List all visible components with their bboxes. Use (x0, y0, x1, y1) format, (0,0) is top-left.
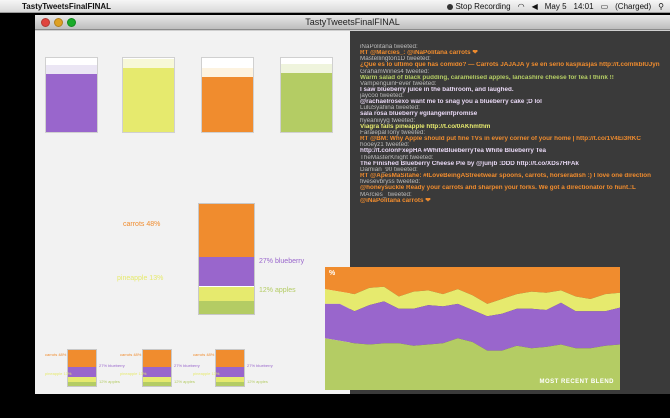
blend-segment-blueberry (68, 367, 96, 377)
tweet-text: Warm salad of black pudding, caramelised… (360, 74, 614, 81)
chart-percent-label: % (329, 270, 336, 277)
glass-fill-apples (281, 72, 332, 132)
tweet-item[interactable]: MArcies_ tweeted: @iNaPolitana carrots ❤ (360, 192, 666, 204)
glass-carrots (201, 57, 254, 133)
smoothie-panel: carrots 48% 27% blueberry pineapple 13% … (35, 31, 350, 394)
blend-segment-apples (199, 300, 254, 314)
tweet-item[interactable]: hyeaniiyyg tweeted: Viagra fails pineappl… (360, 118, 666, 130)
date-text[interactable]: May 5 (545, 2, 567, 11)
current-blend-glass (198, 203, 255, 315)
blend-segment-apples (68, 381, 96, 386)
blend-segment-carrots (68, 350, 96, 368)
glass-pineapple (122, 57, 175, 133)
mini-blend-label: 12% apples (99, 379, 120, 384)
tweet-text: @rachaelrosexo want me to snag you a blu… (360, 99, 542, 106)
tweet-text: sala rosa blueberry #gilangeinfpromise (360, 111, 478, 118)
mini-blend-label: carrots 48% (120, 352, 142, 357)
mini-blend-label: pineapple 13% (193, 371, 220, 376)
tweet-text: The Finished Blueberry Cheese Pie by @ju… (360, 160, 579, 167)
tweet-text: RT @BM: Why Apple should put fine TVs in… (360, 136, 641, 143)
stop-recording-button[interactable]: Stop Recording (447, 2, 511, 11)
blend-label-apples: 12% apples (259, 287, 296, 294)
tweet-text: ¿Que es lo ultimo que has comido? — Carr… (360, 62, 660, 69)
mini-blend-glass (215, 349, 245, 387)
blend-label-carrots: carrots 48% (123, 221, 161, 228)
blend-label-blueberry: 27% blueberry (259, 258, 305, 265)
spotlight-icon[interactable]: ⚲ (658, 2, 664, 11)
blend-segment-pineapple (199, 286, 254, 301)
blend-segment-apples (216, 381, 244, 386)
volume-icon[interactable]: ◀ (532, 2, 538, 11)
mini-blend-label: 12% apples (174, 379, 195, 384)
tweet-item[interactable]: iNaPolitana tweeted: RT @Marcies_: @iNaPo… (360, 44, 666, 56)
glass-fill-pineapple (123, 68, 174, 132)
menu-extras: Stop Recording ◠ ◀ May 5 14:01 ▭ (Charge… (447, 2, 664, 11)
glass-fill-carrots (202, 77, 253, 132)
chart-caption: MOST RECENT BLEND (539, 379, 614, 385)
blend-segment-carrots (199, 204, 254, 257)
tweet-item[interactable]: VampenguinFever tweeted: I saw blueberry … (360, 81, 666, 93)
tweet-list[interactable]: iNaPolitana tweeted: RT @Marcies_: @iNaPo… (360, 44, 666, 204)
blend-segment-blueberry (216, 367, 244, 377)
menu-bar: TastyTweetsFinalFINAL Stop Recording ◠ ◀… (0, 0, 670, 13)
tweet-item[interactable]: LuluSyafiina tweeted: sala rosa blueberry… (360, 105, 666, 117)
tweet-text: Viagra fails pineapple http://t.co/0AKhm… (360, 123, 491, 130)
window-title: TastyTweetsFinalFINAL (305, 17, 400, 27)
tweet-text: http://t.co/onFxepHA #WhiteBlueberryTea … (360, 148, 547, 155)
tweet-item[interactable]: TheMasterKnight tweeted: The Finished Blu… (360, 155, 666, 167)
blend-segment-apples (143, 381, 171, 386)
mini-blend-label: carrots 48% (193, 352, 215, 357)
battery-status[interactable]: (Charged) (615, 2, 651, 11)
tweet-text: @honeysuckle Ready your carrots and shar… (360, 185, 636, 192)
tweet-text: RT @Marcies_: @iNaPolitana carrots ❤ (360, 50, 478, 56)
mini-blend-label: pineapple 13% (45, 371, 72, 376)
battery-icon[interactable]: ▭ (601, 2, 609, 11)
tweet-text: RT @ApesMaSitahe: #ILoveBeingAStreetwear… (360, 172, 651, 179)
blend-segment-blueberry (143, 367, 171, 377)
stop-recording-label: Stop Recording (455, 2, 511, 11)
app-menu[interactable]: TastyTweetsFinalFINAL (22, 2, 111, 11)
mini-blend-label: carrots 48% (45, 352, 67, 357)
glass-foam-carrots (202, 68, 253, 78)
mini-blend-label: 27% blueberry (99, 363, 125, 368)
glass-fill-blueberry (46, 74, 97, 132)
tweet-item[interactable]: FaraiepalTony tweeted: RT @BM: Why Apple … (360, 130, 666, 142)
tweet-item[interactable]: Mastellington1D tweeted: ¿Que es lo ultim… (360, 56, 666, 68)
mini-blend-glass (142, 349, 172, 387)
mini-blend-glass (67, 349, 97, 387)
tweet-text: @iNaPolitana carrots ❤ (360, 197, 431, 204)
mini-blend-label: 27% blueberry (247, 363, 273, 368)
window-titlebar[interactable]: TastyTweetsFinalFINAL (35, 15, 670, 30)
tweet-item[interactable]: hooeyz1 tweeted: http://t.co/onFxepHA #Wh… (360, 142, 666, 154)
mini-blend-label: pineapple 13% (120, 371, 147, 376)
glass-apples (280, 57, 333, 133)
blend-segment-carrots (216, 350, 244, 368)
mini-blend-label: 27% blueberry (174, 363, 200, 368)
tweet-text: I saw blueberry juice in the bathroom, a… (360, 86, 514, 93)
glass-foam-apples (281, 63, 332, 73)
blend-segment-blueberry (199, 256, 254, 287)
blend-label-pineapple: pineapple 13% (117, 275, 164, 282)
tweet-item[interactable]: fivesevbryss tweeted: @honeysuckle Ready … (360, 179, 666, 191)
tweet-item[interactable]: GrahamWines4 tweeted: Warm salad of black… (360, 69, 666, 81)
wifi-icon[interactable]: ◠ (518, 2, 525, 11)
tweet-item[interactable]: Damian_90 tweeted: RT @ApesMaSitahe: #ILo… (360, 167, 666, 179)
glass-foam-blueberry (46, 65, 97, 75)
glass-blueberry (45, 57, 98, 133)
tweet-item[interactable]: jaycoo tweeted: @rachaelrosexo want me to… (360, 93, 666, 105)
mini-blend-label: 12% apples (247, 379, 268, 384)
record-icon (447, 3, 454, 10)
glass-foam-pineapple (123, 59, 174, 69)
most-recent-blend-chart: % MOST RECENT BLEND (325, 267, 620, 390)
recent-blend-svg (325, 267, 620, 390)
blend-segment-carrots (143, 350, 171, 368)
time-text[interactable]: 14:01 (574, 2, 594, 11)
